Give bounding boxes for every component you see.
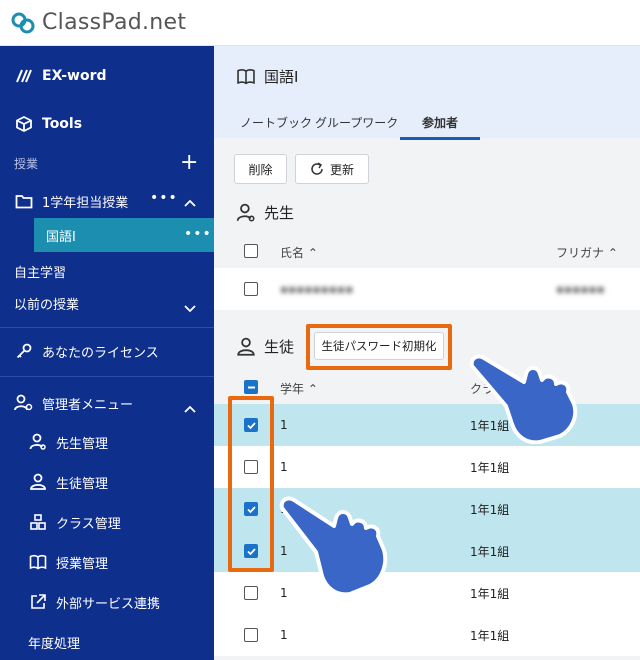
highlight-reset-password: [306, 324, 452, 370]
sidebar-item-tools[interactable]: Tools: [14, 112, 228, 136]
tab-participants[interactable]: 参加者: [422, 114, 458, 131]
column-header-name[interactable]: 氏名 ⌃: [280, 244, 318, 261]
student-class: 1年1組: [470, 628, 510, 643]
course-title-text: 国語Ⅰ: [264, 68, 299, 86]
student-class: 1年1組: [470, 502, 510, 517]
user-icon: [236, 337, 256, 357]
teacher-icon: [28, 432, 48, 452]
teacher-kana: ▪▪▪▪▪▪: [556, 282, 605, 296]
chevron-up-icon[interactable]: [184, 398, 196, 417]
active-tab-indicator: [400, 137, 480, 140]
refresh-icon: [310, 162, 324, 176]
tab-group-work[interactable]: グループワーク: [315, 114, 398, 131]
select-all-teachers-checkbox[interactable]: [244, 244, 258, 258]
main-content: 国語Ⅰ ノートブック グループワーク 参加者 削除 更新 先生 氏名 ⌃ フリガ…: [214, 46, 640, 660]
book-icon: [236, 68, 256, 85]
folder-icon: [14, 191, 34, 211]
students-section-title: 生徒: [236, 336, 294, 357]
sidebar-item-label: 授業管理: [56, 556, 109, 572]
sidebar-item-label: クラス管理: [56, 516, 121, 532]
delete-button[interactable]: 削除: [234, 154, 287, 184]
student-row[interactable]: 1 1年1組: [214, 446, 640, 488]
sidebar-item-label: 年度処理: [28, 636, 81, 652]
sidebar-item-exword[interactable]: EX-word: [14, 64, 228, 88]
sidebar-item-student-management[interactable]: 生徒管理: [28, 471, 242, 493]
refresh-button-label: 更新: [329, 162, 354, 177]
sidebar-divider: [0, 327, 214, 328]
select-all-students-checkbox[interactable]: [244, 380, 258, 394]
more-options-icon[interactable]: •••: [184, 226, 212, 242]
user-icon: [28, 472, 48, 492]
tab-bar: ノートブック グループワーク 参加者: [214, 110, 640, 140]
sidebar-item-label: 国語Ⅰ: [46, 229, 76, 245]
add-class-icon[interactable]: +: [180, 150, 198, 175]
external-link-icon: [28, 592, 48, 612]
student-class: 1年1組: [470, 586, 510, 601]
highlight-checkboxes: [228, 396, 274, 572]
row-checkbox[interactable]: [244, 628, 258, 642]
sidebar-item-label: 生徒管理: [56, 476, 109, 492]
delete-button-label: 削除: [248, 162, 273, 177]
teachers-table-header: 氏名 ⌃ フリガナ ⌃: [214, 236, 640, 266]
row-checkbox[interactable]: [244, 586, 258, 600]
pointing-hand-icon: [279, 496, 388, 597]
classes-header: 授業 +: [14, 150, 228, 175]
sidebar-item-label: 管理者メニュー: [42, 397, 134, 413]
chevron-up-icon[interactable]: [184, 192, 196, 211]
sidebar-item-label: 先生管理: [56, 436, 109, 452]
sidebar-divider: [0, 376, 214, 377]
teacher-icon: [236, 203, 256, 223]
key-icon: [14, 341, 34, 361]
sidebar-item-label: 自主学習: [14, 265, 67, 281]
classes-header-label: 授業: [14, 156, 39, 171]
sidebar-item-license[interactable]: あなたのライセンス: [14, 340, 228, 362]
sidebar-item-label: 1学年担当授業: [42, 195, 129, 211]
column-header-kana[interactable]: フリガナ ⌃: [556, 244, 618, 261]
sidebar-item-class-group[interactable]: 1学年担当授業 •••: [14, 190, 228, 212]
chevron-down-icon[interactable]: [184, 298, 196, 317]
sidebar-item-label: 外部サービス連携: [56, 596, 161, 612]
course-header: 国語Ⅰ ノートブック グループワーク 参加者: [214, 46, 640, 140]
sidebar-item-external-services[interactable]: 外部サービス連携: [28, 591, 242, 613]
sidebar-item-class-management[interactable]: クラス管理: [28, 511, 242, 533]
students-title-text: 生徒: [264, 338, 295, 356]
pointing-hand-icon: [469, 354, 578, 444]
sidebar-item-self-study[interactable]: 自主学習: [14, 260, 228, 282]
student-class: 1年1組: [470, 544, 510, 559]
exword-icon: [14, 66, 34, 86]
student-class: 1年1組: [470, 460, 510, 475]
column-header-grade[interactable]: 学年 ⌃: [280, 380, 318, 397]
sidebar-item-active-course[interactable]: 国語Ⅰ •••: [34, 218, 214, 252]
row-checkbox[interactable]: [244, 282, 258, 296]
student-grade: 1: [280, 628, 288, 642]
teacher-row[interactable]: ▪▪▪▪▪▪▪▪▪ ▪▪▪▪▪▪: [214, 268, 640, 310]
tab-notebook[interactable]: ノートブック: [240, 114, 312, 131]
top-bar: ClassPad.net: [0, 0, 640, 46]
sidebar-item-year-processing[interactable]: 年度処理: [28, 631, 242, 653]
course-title: 国語Ⅰ: [236, 66, 298, 87]
cube-icon: [14, 114, 34, 134]
sidebar-item-course-management[interactable]: 授業管理: [28, 551, 242, 573]
sidebar-item-label: あなたのライセンス: [42, 345, 159, 361]
teachers-section-title: 先生: [236, 202, 294, 223]
more-options-icon[interactable]: •••: [150, 190, 178, 206]
class-icon: [28, 512, 48, 532]
classpad-logo-icon: [11, 12, 35, 33]
sidebar-item-teacher-management[interactable]: 先生管理: [28, 431, 242, 453]
admin-user-icon: [14, 393, 34, 413]
app-name[interactable]: ClassPad.net: [42, 10, 186, 35]
sidebar-item-label: Tools: [42, 116, 83, 132]
student-grade: 1: [280, 418, 288, 432]
sidebar-item-label: 以前の授業: [14, 297, 80, 313]
refresh-button[interactable]: 更新: [295, 154, 369, 184]
teacher-name: ▪▪▪▪▪▪▪▪▪: [280, 282, 354, 296]
student-grade: 1: [280, 460, 288, 474]
sidebar-item-admin-menu[interactable]: 管理者メニュー: [14, 392, 228, 414]
sidebar-item-previous-classes[interactable]: 以前の授業: [14, 292, 228, 314]
sidebar: EX-word Tools 授業 + 1学年担当授業 ••• 国語Ⅰ ••• 自…: [0, 46, 214, 660]
book-icon: [28, 552, 48, 572]
teachers-title-text: 先生: [264, 204, 295, 222]
sidebar-item-label: EX-word: [42, 68, 107, 84]
student-row[interactable]: 1 1年1組: [214, 614, 640, 656]
